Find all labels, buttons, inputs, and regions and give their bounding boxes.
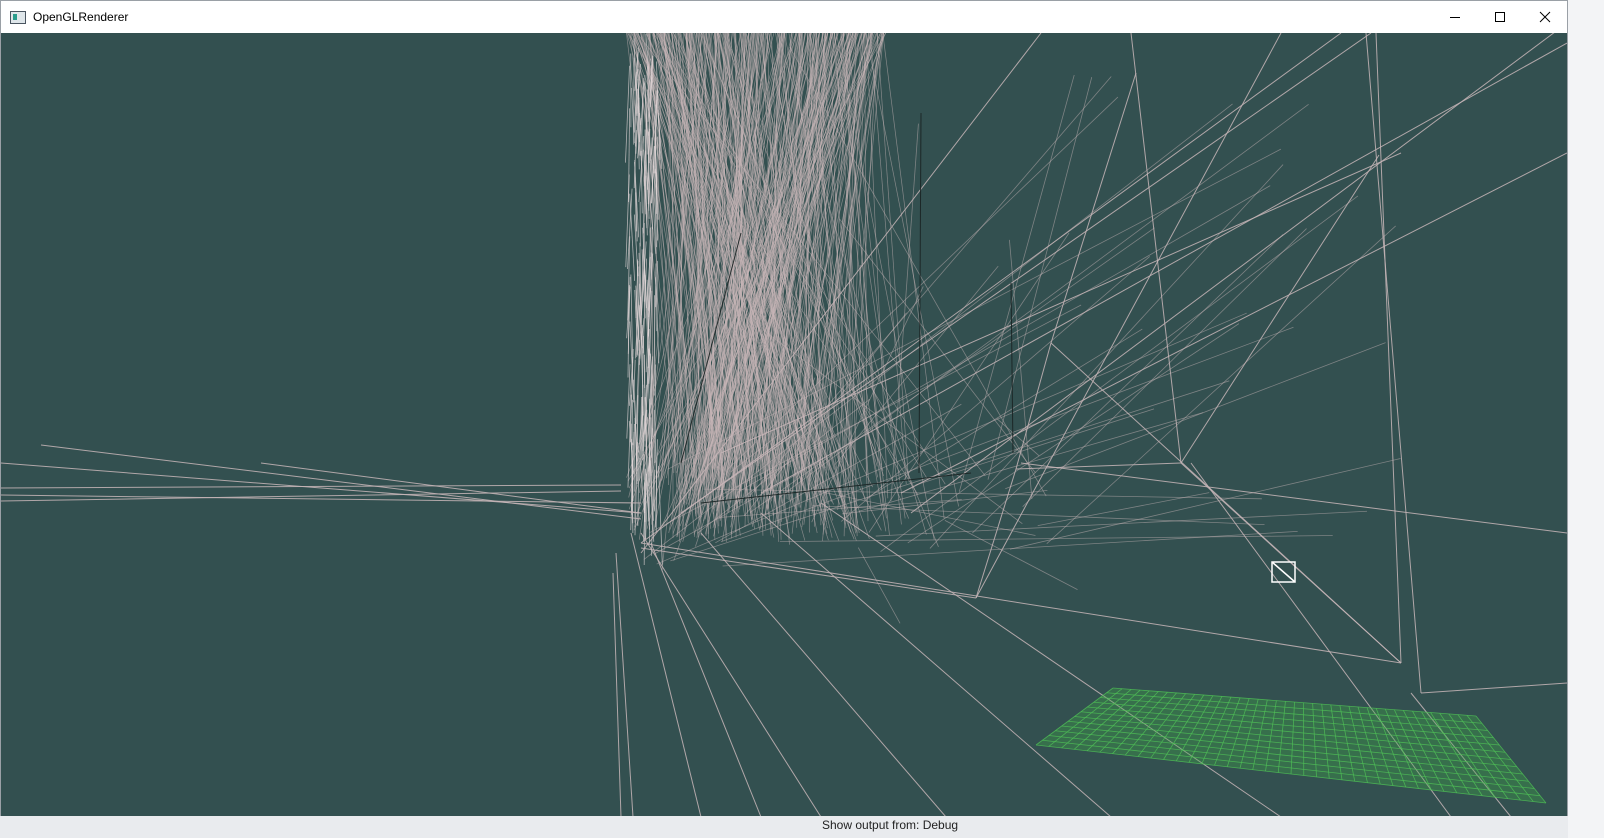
window-controls <box>1432 1 1567 33</box>
minimize-icon <box>1449 17 1460 18</box>
background-window-strip: Show output from: Debug <box>0 816 1568 838</box>
maximize-icon <box>1494 12 1505 22</box>
title-bar[interactable]: OpenGLRenderer <box>1 1 1567 33</box>
output-source-label: Show output from: Debug <box>822 818 959 832</box>
app-icon <box>10 10 26 24</box>
close-icon <box>1539 11 1550 23</box>
render-viewport[interactable] <box>1 33 1567 817</box>
minimize-button[interactable] <box>1432 1 1477 33</box>
close-button[interactable] <box>1522 1 1567 33</box>
background-window-edge <box>1568 0 1604 838</box>
wireframe-scene <box>1 33 1567 817</box>
wire-line <box>632 399 634 446</box>
window-title: OpenGLRenderer <box>33 10 129 24</box>
app-window: OpenGLRenderer <box>0 0 1568 818</box>
maximize-button[interactable] <box>1477 1 1522 33</box>
